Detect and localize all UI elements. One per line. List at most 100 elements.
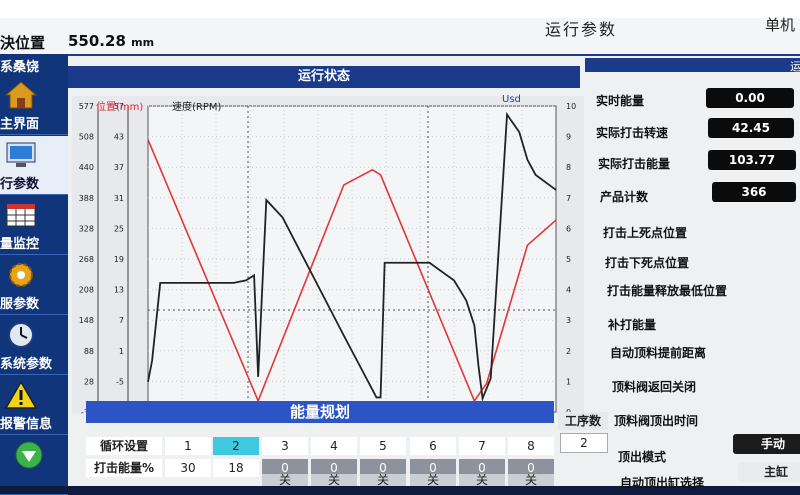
realtime-energy-value: 0.00 xyxy=(706,88,794,108)
mid-axis-tick: 1 xyxy=(119,347,124,356)
mid-axis-tick: 13 xyxy=(114,286,124,295)
right-axis-tick: 8 xyxy=(566,163,571,172)
right-axis-tick: 6 xyxy=(566,224,571,233)
hit-energy-label: 打击能量% xyxy=(86,459,162,477)
mid-axis-tick: 19 xyxy=(114,255,124,264)
mode-title: 单机 xyxy=(765,16,796,34)
energy-switch-cell[interactable]: 关 xyxy=(508,474,554,486)
eject-valve-time-label: 顶料阀顶出时间 xyxy=(614,414,699,428)
monitor-icon xyxy=(6,142,36,167)
run-chart: 5775084403883282682081488828-32 57433731… xyxy=(72,94,584,414)
left-axis-tick: 577 xyxy=(79,102,94,111)
run-chart-svg: 5775084403883282682081488828-32 57433731… xyxy=(72,96,584,414)
mid-axis-tick: 37 xyxy=(114,163,124,172)
legend-position: 位置(mm) xyxy=(96,102,144,113)
actual-energy-label: 实际打击能量 xyxy=(598,157,671,171)
position-label: 決位置 xyxy=(0,34,46,52)
table-icon xyxy=(6,203,36,227)
sidebar-item-run-params[interactable]: 行参数 xyxy=(0,136,68,195)
left-axis-tick: 388 xyxy=(79,194,94,203)
left-axis-tick: 88 xyxy=(84,347,94,356)
mid-axis-tick: 7 xyxy=(119,316,124,325)
energy-switch-cell[interactable]: 关 xyxy=(311,474,357,486)
mid-axis-tick: 25 xyxy=(114,224,124,233)
right-status-label: 运 xyxy=(790,60,800,73)
mid-axis-tick: -5 xyxy=(116,377,124,386)
right-axis-tick: 9 xyxy=(566,133,571,142)
sidebar-top-label: 系桑饶 xyxy=(0,60,40,75)
clock-icon xyxy=(8,322,34,348)
eject-mode-label: 顶出模式 xyxy=(618,450,667,464)
energy-column-header: 5 xyxy=(360,437,406,455)
process-count-value[interactable]: 2 xyxy=(560,433,608,453)
home-icon xyxy=(4,81,38,109)
supplement-label: 补打能量 xyxy=(608,318,657,332)
sidebar-item-alarm[interactable]: 报警信息 xyxy=(0,376,68,435)
eject-mode-button[interactable]: 手动 xyxy=(733,434,800,454)
position-value-number: 550.28 xyxy=(68,32,126,50)
release-min-label: 打击能量释放最低位置 xyxy=(607,284,728,298)
auto-eject-select-label: 自动顶出缸选择 xyxy=(620,476,705,490)
page-title: 运行参数 xyxy=(545,20,618,39)
sidebar-item-main[interactable]: 主界面 xyxy=(0,76,68,135)
product-count-label: 产品计数 xyxy=(600,190,649,204)
sidebar-item-monitor[interactable]: 量监控 xyxy=(0,196,68,255)
product-count-value: 366 xyxy=(712,182,796,202)
process-count-label: 工序数 xyxy=(558,412,608,430)
right-axis-tick: 5 xyxy=(566,255,571,264)
energy-column-header: 6 xyxy=(410,437,456,455)
sidebar-item-system[interactable]: 系统参数 xyxy=(0,316,68,375)
auto-eject-label: 自动顶料提前距离 xyxy=(610,346,707,360)
sidebar: 系桑饶 主界面 行参数 量监控 服参数 系统参数 报警信息 xyxy=(0,54,68,495)
energy-column-header: 8 xyxy=(508,437,554,455)
position-value-unit: mm xyxy=(131,36,155,49)
right-axis-tick: 4 xyxy=(566,286,571,295)
legend-speed: 速度(RPM) xyxy=(172,102,222,113)
sidebar-item-servo[interactable]: 服参数 xyxy=(0,256,68,315)
left-axis-tick: 328 xyxy=(79,224,94,233)
top-white-strip xyxy=(0,0,800,18)
position-value: 550.28 mm xyxy=(68,32,154,50)
energy-column-header: 3 xyxy=(262,437,308,455)
sidebar-item-label: 主界面 xyxy=(0,117,40,132)
energy-switch-cell[interactable]: 关 xyxy=(360,474,406,486)
energy-column-header: 7 xyxy=(459,437,505,455)
cycle-setting-label: 循环设置 xyxy=(86,437,162,455)
sidebar-item-label: 量监控 xyxy=(0,237,40,252)
energy-switch-cell[interactable]: 关 xyxy=(459,474,505,486)
eject-valve-close-label: 顶料阀返回关闭 xyxy=(612,380,697,394)
energy-column-header: 1 xyxy=(165,437,211,455)
sidebar-item-label: 行参数 xyxy=(0,177,40,192)
energy-switch-cell[interactable]: 关 xyxy=(262,474,308,486)
left-axis-tick: 148 xyxy=(79,316,94,325)
mid-axis-tick: 43 xyxy=(114,133,124,142)
left-axis-tick: 440 xyxy=(79,163,94,172)
bottom-dead-label: 打击下死点位置 xyxy=(605,256,690,270)
left-axis-tick: 28 xyxy=(84,377,94,386)
run-status-bar: 运行状态 xyxy=(68,66,580,88)
energy-switch-cell[interactable]: 关 xyxy=(410,474,456,486)
left-axis-tick: 208 xyxy=(79,286,94,295)
legend-usd: Usd xyxy=(502,94,521,105)
energy-value-cell[interactable]: 30 xyxy=(165,459,211,477)
top-dead-label: 打击上死点位置 xyxy=(603,226,688,240)
energy-column-header: 4 xyxy=(311,437,357,455)
right-status-strip xyxy=(585,58,800,72)
actual-speed-value: 42.45 xyxy=(708,118,794,138)
auto-eject-select-button[interactable]: 主缸 xyxy=(738,462,800,482)
energy-planning-title: 能量规划 xyxy=(86,401,554,423)
sidebar-item-label: 报警信息 xyxy=(0,417,53,432)
sidebar-item-label: 服参数 xyxy=(0,297,40,312)
actual-speed-label: 实际打击转速 xyxy=(596,126,669,140)
sidebar-item-more[interactable] xyxy=(0,436,68,495)
down-arrow-icon xyxy=(15,441,43,469)
realtime-energy-label: 实时能量 xyxy=(596,94,645,108)
energy-value-cell[interactable]: 18 xyxy=(213,459,259,477)
gear-icon xyxy=(9,263,33,287)
mid-axis-tick: 31 xyxy=(114,194,124,203)
right-axis-tick: 1 xyxy=(566,377,571,386)
sidebar-item-label: 系统参数 xyxy=(0,357,53,372)
actual-energy-value: 103.77 xyxy=(708,150,796,170)
right-axis-tick: 7 xyxy=(566,194,571,203)
right-axis-tick: 10 xyxy=(566,102,576,111)
